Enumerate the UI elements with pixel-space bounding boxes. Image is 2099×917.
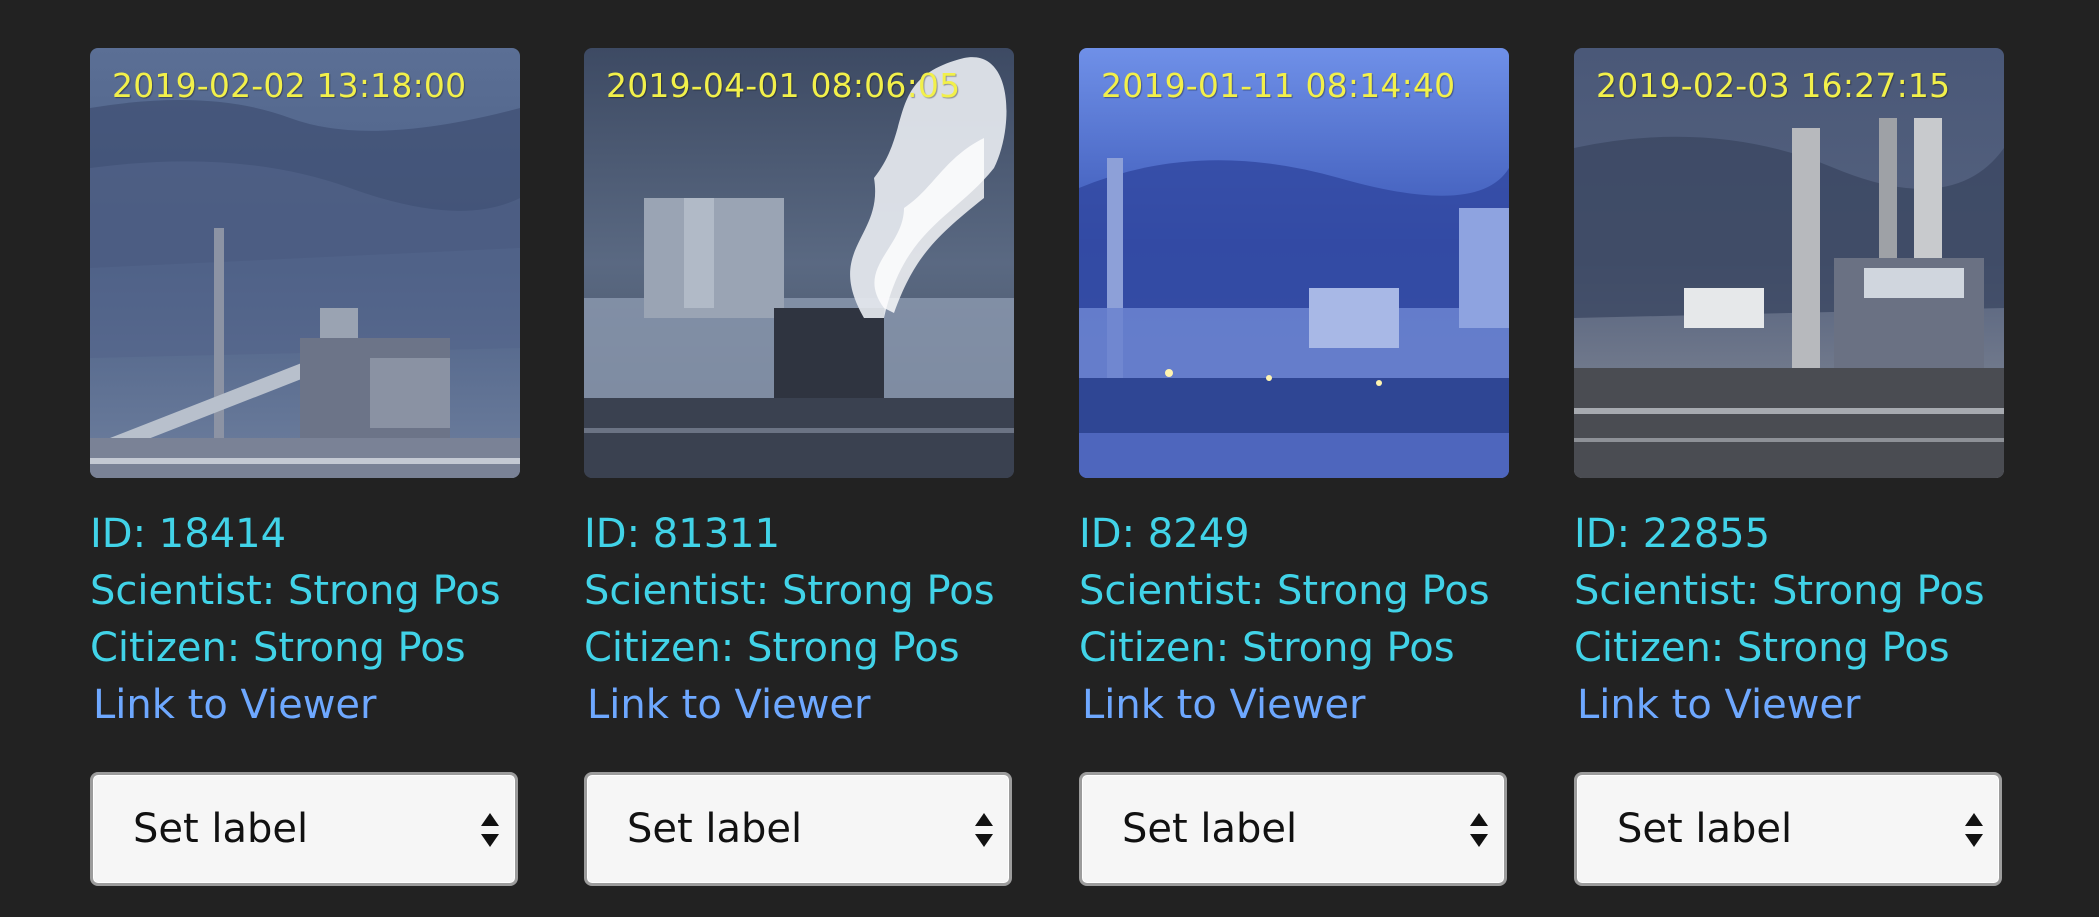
label-select[interactable]: Set label — [584, 772, 1012, 886]
video-card: 2019-04-01 08:06:05 ID: 81311 Scientist:… — [584, 48, 1014, 886]
video-info: ID: 18414 Scientist: Strong Pos Citizen:… — [90, 506, 520, 677]
citizen-label: Citizen: Strong Pos — [90, 625, 466, 671]
timestamp-overlay: 2019-02-03 16:27:15 — [1596, 66, 1951, 105]
citizen-label: Citizen: Strong Pos — [584, 625, 960, 671]
select-arrows-icon — [975, 813, 993, 847]
select-arrows-icon — [1470, 813, 1488, 847]
video-card: 2019-02-02 13:18:00 ID: 18414 Scientist:… — [90, 48, 520, 886]
video-info: ID: 81311 Scientist: Strong Pos Citizen:… — [584, 506, 1014, 677]
label-select-value: Set label — [1617, 806, 1793, 852]
industrial-scene-image — [90, 48, 520, 478]
timestamp-overlay: 2019-01-11 08:14:40 — [1101, 66, 1456, 105]
video-id: ID: 81311 — [584, 511, 781, 557]
scientist-label: Scientist: Strong Pos — [1079, 568, 1490, 614]
video-thumbnail[interactable]: 2019-02-03 16:27:15 — [1574, 48, 2004, 478]
viewer-link[interactable]: Link to Viewer — [587, 677, 1014, 734]
citizen-label: Citizen: Strong Pos — [1574, 625, 1950, 671]
video-id: ID: 8249 — [1079, 511, 1250, 557]
video-thumbnail[interactable]: 2019-01-11 08:14:40 — [1079, 48, 1509, 478]
industrial-scene-image — [584, 48, 1014, 478]
citizen-label: Citizen: Strong Pos — [1079, 625, 1455, 671]
label-select-value: Set label — [133, 806, 309, 852]
timestamp-overlay: 2019-02-02 13:18:00 — [112, 66, 467, 105]
video-info: ID: 8249 Scientist: Strong Pos Citizen: … — [1079, 506, 1509, 677]
video-info: ID: 22855 Scientist: Strong Pos Citizen:… — [1574, 506, 2004, 677]
video-card: 2019-01-11 08:14:40 ID: 8249 Scientist: … — [1079, 48, 1509, 886]
viewer-link[interactable]: Link to Viewer — [93, 677, 520, 734]
label-select[interactable]: Set label — [90, 772, 518, 886]
viewer-link[interactable]: Link to Viewer — [1082, 677, 1509, 734]
label-select-value: Set label — [1122, 806, 1298, 852]
timestamp-overlay: 2019-04-01 08:06:05 — [606, 66, 961, 105]
industrial-scene-image — [1574, 48, 2004, 478]
industrial-scene-image — [1079, 48, 1509, 478]
scientist-label: Scientist: Strong Pos — [584, 568, 995, 614]
video-id: ID: 22855 — [1574, 511, 1771, 557]
viewer-link[interactable]: Link to Viewer — [1577, 677, 2004, 734]
scientist-label: Scientist: Strong Pos — [90, 568, 501, 614]
video-thumbnail[interactable]: 2019-04-01 08:06:05 — [584, 48, 1014, 478]
video-id: ID: 18414 — [90, 511, 287, 557]
video-gallery: 2019-02-02 13:18:00 ID: 18414 Scientist:… — [0, 0, 2099, 917]
select-arrows-icon — [1965, 813, 1983, 847]
select-arrows-icon — [481, 813, 499, 847]
label-select[interactable]: Set label — [1079, 772, 1507, 886]
video-thumbnail[interactable]: 2019-02-02 13:18:00 — [90, 48, 520, 478]
scientist-label: Scientist: Strong Pos — [1574, 568, 1985, 614]
video-card: 2019-02-03 16:27:15 ID: 22855 Scientist:… — [1574, 48, 2004, 886]
label-select-value: Set label — [627, 806, 803, 852]
label-select[interactable]: Set label — [1574, 772, 2002, 886]
